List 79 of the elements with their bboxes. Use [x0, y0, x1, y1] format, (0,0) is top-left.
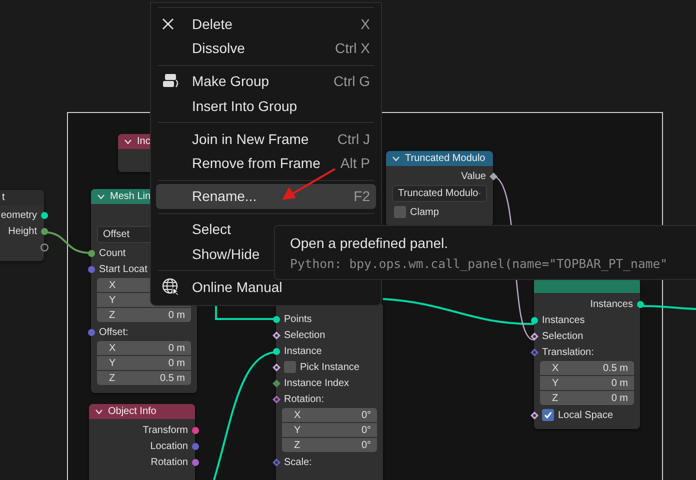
- socket-icon[interactable]: [530, 410, 538, 420]
- socket-label: Value: [461, 170, 486, 182]
- number-field[interactable]: Z 0.5 m: [97, 371, 191, 385]
- python-command: Python: bpy.ops.wm.call_panel(name="TOPBAR_PT_name": [290, 257, 669, 271]
- menu-item[interactable]: Insert Into Group: [156, 94, 376, 118]
- socket-icon[interactable]: [40, 210, 48, 220]
- socket-label: Count: [99, 248, 126, 258]
- socket-label: Rotation:: [284, 394, 324, 404]
- socket-icon[interactable]: [190, 426, 200, 434]
- socket-label: Instances: [590, 298, 633, 310]
- checkbox-label: Local Space: [558, 410, 614, 420]
- socket-icon[interactable]: [272, 330, 280, 340]
- checkbox[interactable]: [542, 409, 554, 421]
- socket-label: Offset:: [99, 326, 128, 338]
- node-title: t: [2, 192, 5, 203]
- socket-label: eometry: [0, 210, 37, 220]
- number-field[interactable]: Z 0 m: [540, 391, 634, 405]
- socket-icon[interactable]: [272, 378, 280, 388]
- tooltip-text: Open a predefined panel.: [290, 235, 450, 251]
- socket-label: Rotation: [150, 456, 188, 468]
- stacked-boxes-icon: [162, 73, 180, 90]
- socket-label: Points: [284, 314, 312, 324]
- socket-icon[interactable]: [40, 242, 48, 252]
- chevron-icon[interactable]: [392, 156, 400, 162]
- node-title: Object Info: [108, 406, 156, 417]
- number-field[interactable]: Y 0°: [282, 423, 377, 437]
- socket-icon[interactable]: [86, 248, 96, 258]
- socket-label: Instances: [542, 314, 585, 326]
- number-field[interactable]: Z 0 m: [97, 308, 191, 322]
- socket-icon[interactable]: [40, 226, 48, 236]
- socket-label: Height: [8, 226, 37, 236]
- socket-icon[interactable]: [190, 458, 200, 466]
- socket-icon[interactable]: [530, 316, 538, 324]
- number-field[interactable]: Y 0 m: [540, 376, 634, 390]
- socket-label: Transform: [142, 424, 188, 436]
- socket-icon[interactable]: [272, 394, 280, 404]
- socket-icon[interactable]: [272, 314, 280, 324]
- menu-item[interactable]: Dissolve Ctrl X: [156, 36, 376, 60]
- menu-item[interactable]: Remove from Frame Alt P: [156, 151, 376, 176]
- socket-icon[interactable]: [530, 332, 538, 340]
- socket-icon[interactable]: [272, 362, 280, 372]
- menu-item[interactable]: Join in New Frame Ctrl J: [156, 126, 376, 151]
- socket-label: Location: [150, 440, 188, 452]
- checkbox[interactable]: [284, 361, 296, 373]
- checkbox-label: Pick Instance: [300, 362, 360, 372]
- node-title: Mesh Lin: [110, 191, 151, 202]
- close-icon: [162, 18, 174, 30]
- socket-icon[interactable]: [488, 172, 498, 180]
- dropdown[interactable]: Truncated Modulo: [392, 185, 487, 202]
- socket-label: Selection: [284, 330, 326, 340]
- checkbox-label: Clamp: [410, 206, 439, 218]
- socket-label: Instance Index: [284, 378, 350, 388]
- chevron-icon[interactable]: [124, 138, 132, 144]
- number-field[interactable]: X 0.5 m: [540, 361, 634, 375]
- socket-icon[interactable]: [636, 300, 644, 308]
- number-field[interactable]: Z 0°: [282, 438, 377, 452]
- node-title: Inc: [137, 136, 150, 147]
- socket-label: Start Locat: [99, 264, 148, 274]
- menu-item[interactable]: Make Group Ctrl G: [156, 69, 376, 94]
- annotation-arrow: [280, 168, 336, 202]
- node-header[interactable]: Truncated Modulo: [386, 151, 493, 166]
- node-wire: [640, 305, 696, 310]
- socket-label: Scale:: [284, 456, 312, 468]
- menu-item[interactable]: Rename... F2: [156, 184, 376, 208]
- checkbox[interactable]: [394, 206, 406, 218]
- globe-icon: [162, 278, 180, 296]
- number-field[interactable]: Y 0 m: [97, 356, 191, 370]
- number-field[interactable]: X 0°: [282, 408, 377, 422]
- socket-label: Selection: [542, 330, 584, 342]
- node-title: Truncated Modulo: [405, 153, 486, 164]
- socket-icon[interactable]: [272, 346, 280, 356]
- socket-label: Translation:: [542, 346, 594, 358]
- node-header[interactable]: t: [0, 190, 44, 205]
- number-field[interactable]: X 0 m: [97, 341, 191, 355]
- chevron-icon[interactable]: [95, 408, 103, 414]
- chevron-icon[interactable]: [97, 194, 105, 200]
- socket-label: Instance: [284, 346, 322, 356]
- node-header[interactable]: Object Info: [89, 404, 195, 419]
- menu-item[interactable]: Delete X: [156, 12, 376, 36]
